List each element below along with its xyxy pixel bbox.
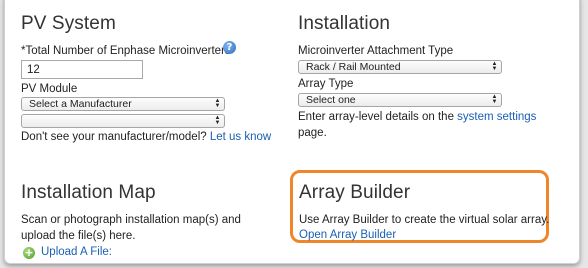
array-type-label: Array Type [298, 78, 354, 90]
installation-map-description: Scan or photograph installation map(s) a… [21, 212, 281, 244]
missing-manufacturer-text: Don't see your manufacturer/model? Let u… [21, 129, 271, 145]
select-arrows-icon: ▲ ▼ [214, 115, 221, 126]
map-description-line1: Scan or photograph installation map(s) a… [21, 214, 241, 226]
array-builder-description: Use Array Builder to create the virtual … [299, 214, 550, 226]
microinverters-input[interactable]: 12 [21, 60, 143, 79]
system-settings-link[interactable]: system settings [457, 111, 536, 123]
details-suffix: page. [298, 127, 327, 139]
settings-panel: PV System *Total Number of Enphase Micro… [4, 0, 580, 264]
attachment-type-select[interactable]: Rack / Rail Mounted ▲ ▼ [298, 60, 502, 74]
help-icon[interactable]: ? [223, 41, 236, 54]
attachment-select-value: Rack / Rail Mounted [306, 61, 401, 73]
missing-prompt: Don't see your manufacturer/model? [21, 131, 207, 143]
microinverters-label: *Total Number of Enphase Microinverters [21, 45, 231, 57]
installation-title: Installation [298, 13, 391, 34]
upload-plus-icon[interactable]: + [23, 247, 35, 259]
pv-system-title: PV System [21, 13, 116, 34]
select-arrows-icon: ▲ ▼ [491, 61, 498, 72]
select-arrows-icon: ▲ ▼ [491, 94, 498, 105]
upload-file-link[interactable]: Upload A File: [41, 246, 112, 258]
open-array-builder-link[interactable]: Open Array Builder [299, 229, 396, 241]
let-us-know-link[interactable]: Let us know [210, 131, 271, 143]
array-builder-title: Array Builder [299, 182, 411, 203]
model-select[interactable]: ▲ ▼ [21, 114, 225, 128]
details-prefix: Enter array-level details on the [298, 111, 454, 123]
select-arrows-icon: ▲ ▼ [214, 98, 221, 109]
manufacturer-select[interactable]: Select a Manufacturer ▲ ▼ [21, 97, 225, 111]
system-settings-text: Enter array-level details on the system … [298, 109, 568, 141]
pv-module-label: PV Module [21, 83, 78, 95]
attachment-type-label: Microinverter Attachment Type [298, 45, 454, 57]
array-type-select[interactable]: Select one ▲ ▼ [298, 93, 502, 107]
installation-map-title: Installation Map [21, 182, 156, 203]
manufacturer-select-value: Select a Manufacturer [29, 98, 132, 110]
map-description-line2: upload the file(s) here. [21, 230, 136, 242]
array-type-select-value: Select one [306, 94, 356, 106]
